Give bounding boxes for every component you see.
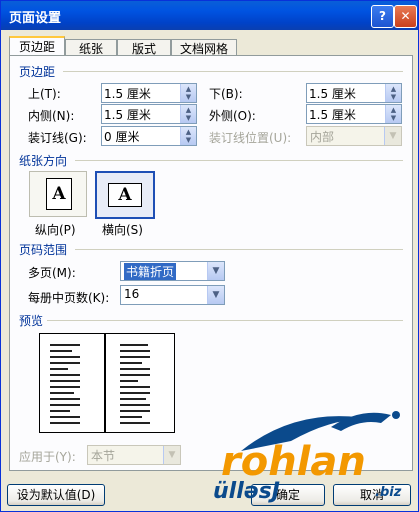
landscape-button[interactable]: A [95,171,155,219]
spin-arrows-icon[interactable]: ▲ ▼ [180,127,196,145]
watermark-tld: .biz [375,485,402,500]
margins-section-title: 页边距 [19,65,56,79]
sheets-per-booklet-select[interactable]: 16 ▼ [120,285,225,305]
top-margin-value: 1.5 厘米 [104,87,151,101]
chevron-down-icon: ▼ [163,446,180,464]
apply-to-select: 本节 ▼ [87,445,181,465]
preview-line [120,380,138,382]
multiple-pages-value: 书籍折页 [124,263,177,280]
gutter-position-label: 装订线位置(U): [209,131,292,145]
preview-line [120,362,142,364]
preview-line [50,392,74,394]
preview-line [120,368,150,370]
preview-section-title: 预览 [19,314,44,328]
multiple-pages-label: 多页(M): [28,266,76,280]
preview-line [50,410,70,412]
preview-line [120,374,150,376]
inner-margin-value: 1.5 厘米 [104,108,151,122]
outer-margin-value: 1.5 厘米 [309,108,356,122]
divider [47,320,403,321]
gutter-position-value: 内部 [310,130,335,144]
title-bar: 页面设置 ? ✕ [1,1,418,30]
preview-line [50,404,80,406]
portrait-label: 纵向(P) [35,223,76,237]
inner-margin-input[interactable]: 1.5 厘米 ▲ ▼ [101,104,197,124]
preview-line [50,380,80,382]
bottom-margin-value: 1.5 厘米 [309,87,356,101]
bottom-margin-input[interactable]: 1.5 厘米 ▲ ▼ [306,83,402,103]
divider [63,71,403,72]
preview-line [120,350,150,352]
orientation-section-title: 纸张方向 [19,154,68,168]
preview-line [50,350,72,352]
portrait-button[interactable]: A [29,171,87,217]
gutter-input[interactable]: 0 厘米 ▲ ▼ [101,126,197,146]
sheets-per-booklet-label: 每册中页数(K): [28,291,110,305]
outer-margin-label: 外侧(O): [209,109,256,123]
spin-arrows-icon[interactable]: ▲ ▼ [385,105,401,123]
gutter-label: 装订线(G): [28,131,87,145]
close-button[interactable]: ✕ [394,5,417,28]
preview-line [120,410,150,412]
preview-line [120,404,150,406]
pages-section-title: 页码范围 [19,243,68,257]
sheets-per-booklet-value: 16 [124,287,140,301]
preview-line [50,422,80,424]
apply-to-value: 本节 [91,449,116,463]
gutter-value: 0 厘米 [104,130,140,144]
preview-line [50,398,80,400]
landscape-label: 横向(S) [102,223,143,237]
preview-line [50,416,80,418]
top-margin-label: 上(T): [28,87,61,101]
spin-arrows-icon[interactable]: ▲ ▼ [180,105,196,123]
preview-line [50,386,80,388]
fold-line [104,334,106,432]
portrait-page-icon: A [46,178,72,210]
preview-line [120,416,142,418]
chevron-down-icon[interactable]: ▼ [207,262,224,280]
outer-margin-input[interactable]: 1.5 厘米 ▲ ▼ [306,104,402,124]
preview-pages [39,333,175,433]
spin-arrows-icon[interactable]: ▲ ▼ [180,84,196,102]
window-title: 页面设置 [9,11,62,26]
preview-line [50,356,80,358]
apply-to-label: 应用于(Y): [19,450,76,464]
page-setup-dialog: 页面设置 ? ✕ 页边距 纸张 版式 文档网格 页边距 上(T): 1.5 厘米… [0,0,419,512]
preview-line [120,356,150,358]
help-button[interactable]: ? [371,5,394,28]
preview-line [120,392,150,394]
preview-line [120,344,148,346]
inner-margin-label: 内侧(N): [28,109,75,123]
landscape-page-icon: A [108,183,142,207]
preview-line [50,344,80,346]
divider [75,160,403,161]
preview-line [50,374,80,376]
spin-arrows-icon[interactable]: ▲ ▼ [385,84,401,102]
chevron-down-icon: ▼ [384,127,401,145]
bottom-margin-label: 下(B): [209,87,243,101]
preview-line [120,398,146,400]
chevron-down-icon[interactable]: ▼ [207,286,224,304]
multiple-pages-select[interactable]: 书籍折页 ▼ [120,261,225,281]
gutter-position-select: 内部 ▼ [306,126,402,146]
preview-line [120,386,150,388]
top-margin-input[interactable]: 1.5 厘米 ▲ ▼ [101,83,197,103]
set-default-button[interactable]: 设为默认值(D) [7,484,105,506]
watermark-subtext: ülləsJ [213,479,280,504]
preview-line [50,368,68,370]
divider [75,249,403,250]
preview-line [120,422,150,424]
preview-line [50,362,80,364]
